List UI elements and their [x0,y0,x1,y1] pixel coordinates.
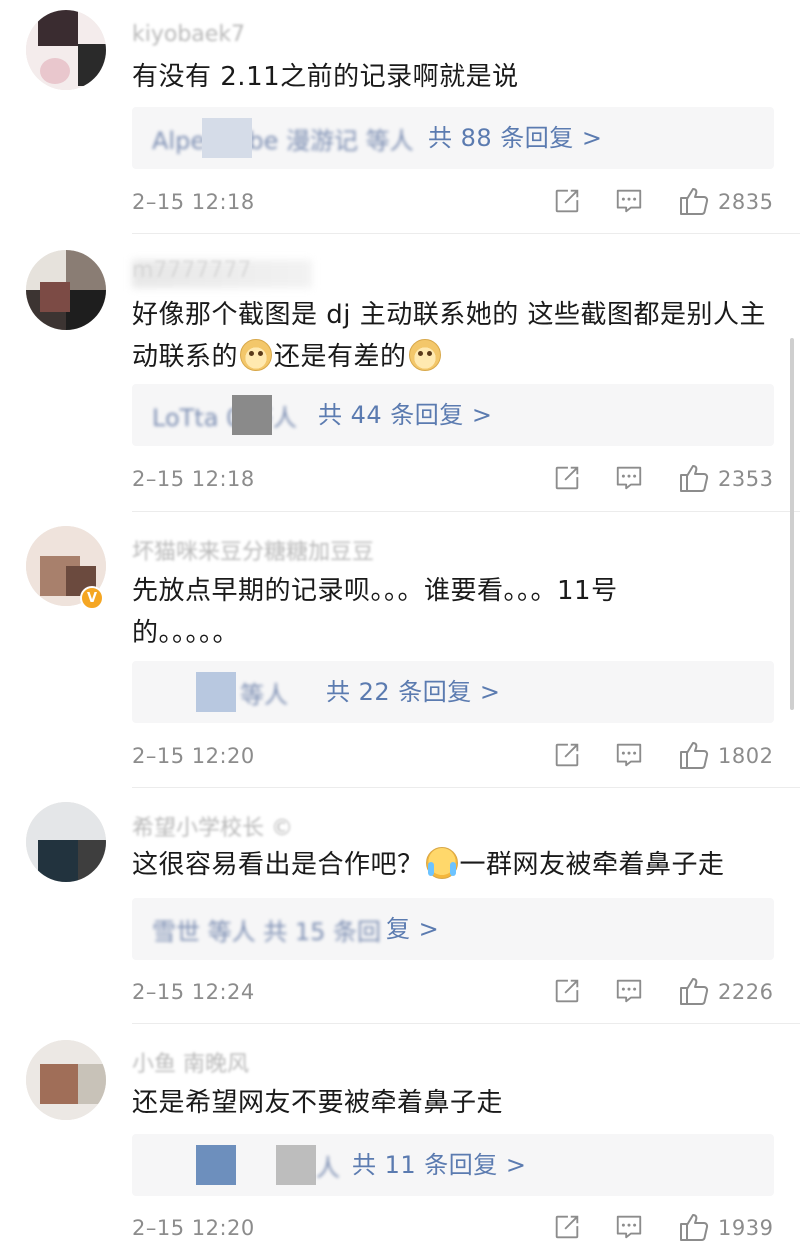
reply-users: Alpenliebe 漫游记 等人 [152,127,414,155]
reply-preview[interactable]: 雪世 等人 共 15 条回 复 > [132,898,774,960]
reply-users: 人 [316,1154,340,1182]
redacted-image [202,118,252,158]
thumbs-up-icon[interactable] [678,185,710,217]
thumbs-up-icon[interactable] [678,975,710,1007]
share-icon[interactable] [552,463,582,493]
comment-feed: kiyobaek7 有没有 2.11之前的记录啊就是说 Alpenliebe 漫… [0,0,800,1260]
doge-emoji [240,339,273,371]
doge-emoji [408,339,441,371]
comment-icon[interactable] [614,740,644,770]
timestamp: 2–15 12:20 [132,1216,255,1240]
timestamp: 2–15 12:18 [132,190,255,214]
share-icon[interactable] [552,186,582,216]
thumbs-up-icon[interactable] [678,462,710,494]
thumbs-up-icon[interactable] [678,1211,710,1243]
reply-count-link[interactable]: 共 88 条回复 > [428,121,603,155]
comment-text-tail: 还是有差的 [274,342,407,372]
comment-item: kiyobaek7 有没有 2.11之前的记录啊就是说 Alpenliebe 漫… [0,0,800,234]
avatar[interactable] [26,10,106,90]
reply-users: LoTta 0 等人 [152,404,297,432]
comment-text: 这很容易看出是合作吧？ 一群网友被牵着鼻子走 [132,844,774,886]
reply-count-link[interactable]: 复 > [386,912,439,946]
reply-count-link[interactable]: 共 22 条回复 > [326,675,501,709]
reply-users: 雪世 等人 共 15 条回 [152,918,382,946]
verified-badge: V [80,586,104,610]
username[interactable]: m7777777 [132,258,251,288]
reply-count-link[interactable]: 共 44 条回复 > [318,398,493,432]
comment-icon[interactable] [614,1212,644,1242]
timestamp: 2–15 12:18 [132,467,255,491]
thumbs-up-icon[interactable] [678,739,710,771]
redacted-image [232,395,272,435]
avatar[interactable] [26,802,106,882]
reply-preview[interactable]: LoTta 0 等人 共 44 条回复 > [132,384,774,446]
reply-users: 等人 [240,681,288,709]
username[interactable]: kiyobaek7 [132,22,245,52]
comment-icon[interactable] [614,976,644,1006]
redacted-image [276,1145,316,1185]
avatar[interactable] [26,1040,106,1120]
scrollbar[interactable] [790,338,794,710]
comment-icon[interactable] [614,463,644,493]
timestamp: 2–15 12:20 [132,744,255,768]
comment-item: V 坏猫咪来豆分糖糖加豆豆 先放点早期的记录呗。。。谁要看。。。11号的。。。。… [0,512,800,788]
comment-icon[interactable] [614,186,644,216]
comment-text: 先放点早期的记录呗。。。谁要看。。。11号的。。。。。 [132,576,618,648]
reply-preview[interactable]: 等人 共 22 条回复 > [132,661,774,723]
reply-preview[interactable]: Alpenliebe 漫游记 等人 共 88 条回复 > [132,107,774,169]
redacted-image [196,672,236,712]
share-icon[interactable] [552,976,582,1006]
reply-count-link[interactable]: 共 11 条回复 > [352,1148,527,1182]
reply-preview[interactable]: 人 共 11 条回复 > [132,1134,774,1196]
username[interactable]: 小鱼 南晚风 [132,1046,249,1076]
share-icon[interactable] [552,1212,582,1242]
comment-text: 好像那个截图是 dj 主动联系她的 这些截图都是别人主动联系的 还是有差的 [132,294,774,378]
comment-item: m7777777 好像那个截图是 dj 主动联系她的 这些截图都是别人主动联系的… [0,234,800,512]
like-count: 1802 [718,744,774,768]
like-count: 2353 [718,467,774,491]
comment-text: 还是希望网友不要被牵着鼻子走 [132,1088,504,1118]
comment-text: 有没有 2.11之前的记录啊就是说 [132,62,519,92]
username[interactable]: 希望小学校长 © [132,810,293,840]
laugh-cry-emoji [425,847,458,879]
redacted-image [196,1145,236,1185]
comment-text-tail: 一群网友被牵着鼻子走 [459,850,725,880]
timestamp: 2–15 12:24 [132,980,255,1004]
share-icon[interactable] [552,740,582,770]
comment-item: 希望小学校长 © 这很容易看出是合作吧？ 一群网友被牵着鼻子走 雪世 等人 共 1… [0,788,800,1024]
like-count: 2226 [718,980,774,1004]
like-count: 2835 [718,190,774,214]
username[interactable]: 坏猫咪来豆分糖糖加豆豆 [132,534,374,564]
avatar[interactable] [26,250,106,330]
comment-text-main: 好像那个截图是 dj 主动联系她的 这些截图都是别人主动联系的 [132,300,767,372]
comment-text-main: 这很容易看出是合作吧？ [132,850,424,880]
like-count: 1939 [718,1216,774,1240]
comment-item: 小鱼 南晚风 还是希望网友不要被牵着鼻子走 人 共 11 条回复 > 2–15 … [0,1024,800,1260]
